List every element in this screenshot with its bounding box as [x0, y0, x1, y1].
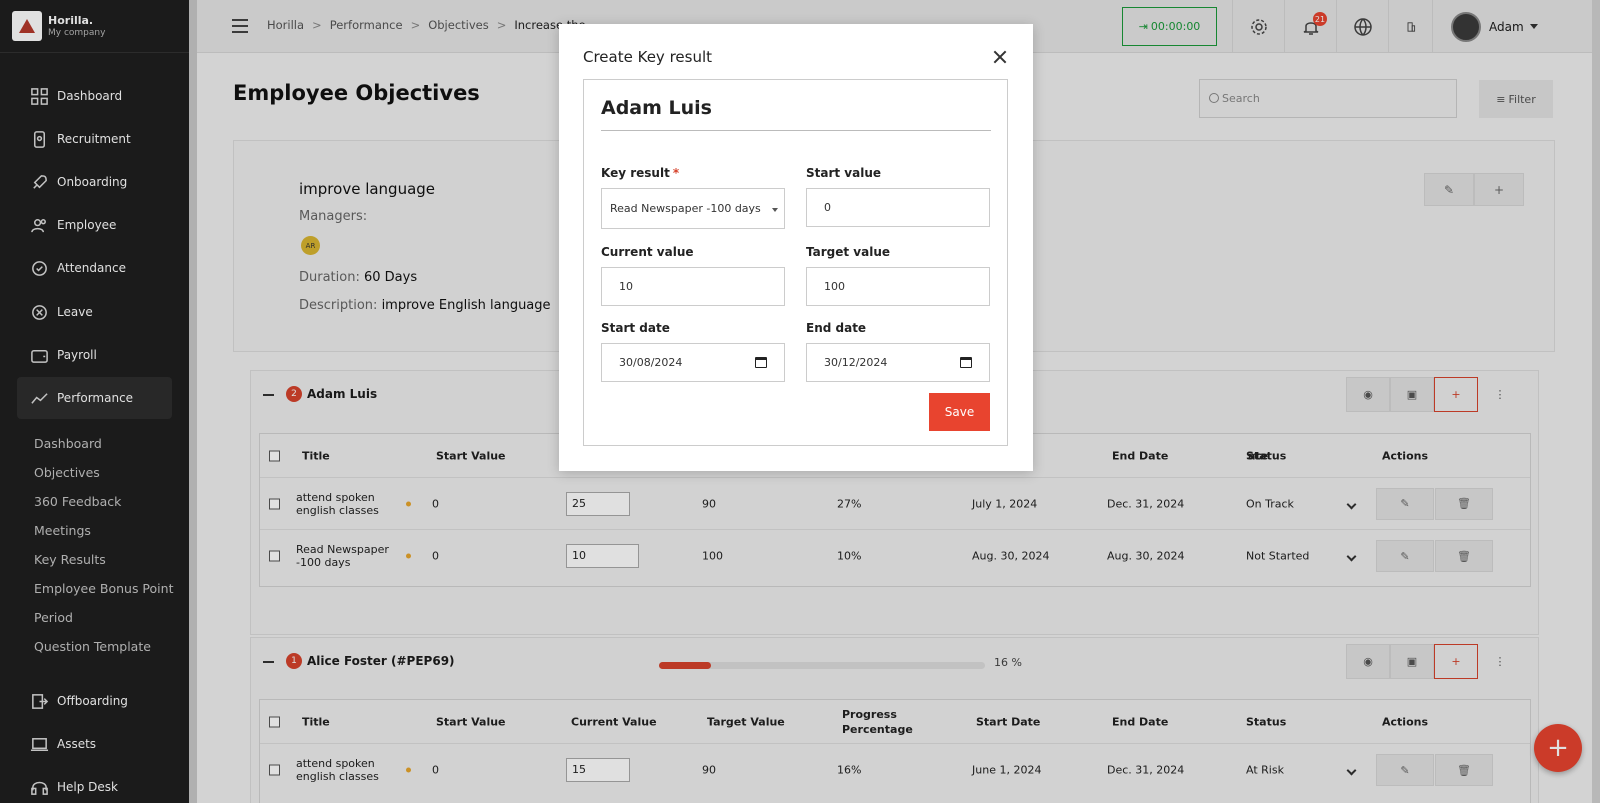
key-result-form: Adam Luis Key result * Read Newspaper -10…	[583, 79, 1008, 446]
key-result-select[interactable]: Read Newspaper -100 days	[601, 188, 785, 229]
key-result-value: Read Newspaper -100 days	[610, 202, 761, 215]
save-button[interactable]: Save	[929, 393, 990, 431]
current-value-input[interactable]: 10	[601, 267, 785, 306]
end-date-input[interactable]: 30/12/2024	[806, 343, 990, 382]
calendar-icon[interactable]	[960, 357, 972, 368]
start-value-input[interactable]: 0	[806, 188, 990, 227]
modal-title: Create Key result	[583, 48, 713, 66]
chevron-down-icon	[772, 208, 778, 212]
employee-name: Adam Luis	[601, 97, 712, 119]
start-date: 30/08/2024	[619, 356, 683, 369]
key-result-label-text: Key result	[601, 166, 670, 180]
target-value: 100	[824, 280, 845, 293]
target-value-label: Target value	[806, 245, 891, 259]
start-date-input[interactable]: 30/08/2024	[601, 343, 785, 382]
start-date-label: Start date	[601, 321, 670, 335]
key-result-label: Key result *	[601, 166, 679, 180]
required-mark: *	[672, 166, 680, 180]
start-value-label: Start value	[806, 166, 882, 180]
calendar-icon[interactable]	[755, 357, 767, 368]
current-value-label: Current value	[601, 245, 694, 259]
end-date-label: End date	[806, 321, 867, 335]
target-value-input[interactable]: 100	[806, 267, 990, 306]
divider	[601, 130, 991, 131]
start-value: 0	[824, 201, 831, 214]
end-date: 30/12/2024	[824, 356, 888, 369]
create-key-result-modal: Create Key result Adam Luis Key result * …	[559, 24, 1033, 471]
current-value: 10	[619, 280, 633, 293]
close-icon[interactable]	[993, 50, 1007, 64]
